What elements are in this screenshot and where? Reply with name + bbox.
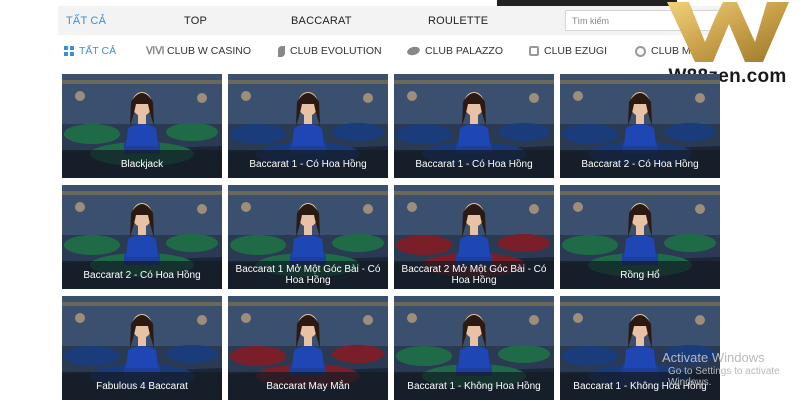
- game-grid: Blackjack Baccarat 1 - Có Hoa Hồng Baccara…: [62, 74, 722, 400]
- game-title: Baccarat 1 - Có Hoa Hồng: [394, 150, 554, 178]
- game-title: Baccarat 1 Mở Một Góc Bài - Có Hoa Hồng: [228, 261, 388, 289]
- palazzo-icon: [406, 45, 421, 57]
- game-title: Fabulous 4 Baccarat: [62, 372, 222, 400]
- tab-top[interactable]: TOP: [184, 15, 207, 27]
- game-tile[interactable]: Baccarat 1 - Có Hoa Hồng: [394, 74, 554, 178]
- game-title: Baccarat 1 - Không Hoa Hồng: [394, 372, 554, 400]
- game-title: Baccarat 2 - Có Hoa Hồng: [62, 261, 222, 289]
- club-w-casino-label: CLUB W CASINO: [167, 45, 252, 57]
- game-tile[interactable]: Baccarat May Mắn: [228, 296, 388, 400]
- game-tile[interactable]: Baccarat 1 - Không Hoa Hồng: [394, 296, 554, 400]
- club-palazzo[interactable]: CLUB PALAZZO: [406, 45, 503, 57]
- tab-all[interactable]: TẤT CẢ: [66, 15, 106, 27]
- game-tile[interactable]: Baccarat 2 - Có Hoa Hồng: [560, 74, 720, 178]
- club-all-label: TẤT CẢ: [79, 45, 117, 57]
- club-palazzo-label: CLUB PALAZZO: [425, 45, 503, 57]
- game-tile[interactable]: Rồng Hổ: [560, 185, 720, 289]
- club-ezugi[interactable]: CLUB EZUGI: [529, 45, 607, 57]
- game-title: Baccarat 1 - Có Hoa Hồng: [228, 150, 388, 178]
- game-title: Baccarat 2 Mở Một Góc Bài - Có Hoa Hồng: [394, 261, 554, 289]
- club-evolution-label: CLUB EVOLUTION: [290, 45, 382, 57]
- tab-baccarat[interactable]: BACCARAT: [291, 15, 352, 27]
- game-title: Blackjack: [62, 150, 222, 178]
- game-tile[interactable]: Baccarat 2 Mở Một Góc Bài - Có Hoa Hồng: [394, 185, 554, 289]
- w-logo-mark: [667, 2, 789, 62]
- game-tile[interactable]: Baccarat 1 Mở Một Góc Bài - Có Hoa Hồng: [228, 185, 388, 289]
- evolution-icon: [278, 45, 285, 57]
- game-tile[interactable]: Baccarat 2 - Có Hoa Hồng: [62, 185, 222, 289]
- game-title: Rồng Hổ: [560, 261, 720, 289]
- windows-watermark: Activate Windows: [662, 350, 765, 365]
- club-w-casino[interactable]: ⅥⅥ CLUB W CASINO: [146, 45, 251, 57]
- casino-page: TẤT CẢ TOP BACCARAT ROULETTE TẤT CẢ ⅥⅥ C…: [0, 0, 800, 400]
- club-all[interactable]: TẤT CẢ: [64, 45, 116, 57]
- grid-icon: [64, 46, 74, 56]
- club-ezugi-label: CLUB EZUGI: [544, 45, 608, 57]
- windows-watermark-sub: Go to Settings to activate Windows.: [668, 366, 780, 388]
- tab-roulette[interactable]: ROULETTE: [428, 15, 488, 27]
- game-title: Baccarat May Mắn: [228, 372, 388, 400]
- game-tile[interactable]: Baccarat 1 - Có Hoa Hồng: [228, 74, 388, 178]
- top-nav: TẤT CẢ TOP BACCARAT ROULETTE: [58, 6, 720, 35]
- w-casino-icon: ⅥⅥ: [146, 45, 165, 57]
- club-evolution[interactable]: CLUB EVOLUTION: [278, 45, 382, 57]
- game-title: Baccarat 2 - Có Hoa Hồng: [560, 150, 720, 178]
- game-tile[interactable]: Blackjack: [62, 74, 222, 178]
- ezugi-icon: [529, 46, 539, 56]
- mg-icon: [635, 45, 646, 57]
- club-filter-bar: TẤT CẢ ⅥⅥ CLUB W CASINO CLUB EVOLUTION C…: [58, 40, 720, 64]
- game-tile[interactable]: Fabulous 4 Baccarat: [62, 296, 222, 400]
